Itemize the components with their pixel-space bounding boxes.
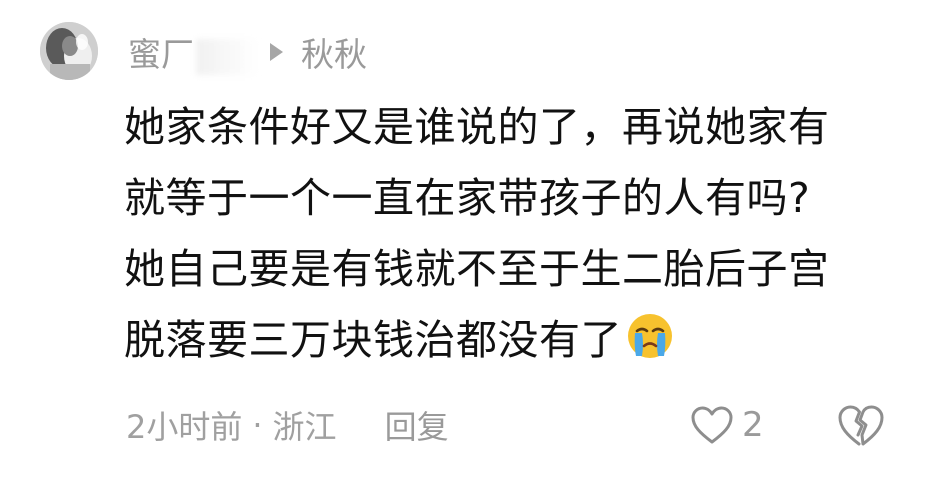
comment-time: 2小时前	[126, 408, 243, 446]
dislike-button[interactable]	[836, 402, 886, 448]
reply-to-name[interactable]: 秋秋	[301, 28, 367, 76]
name-blur-mask	[196, 38, 258, 75]
author-name-partial: 厂	[161, 35, 194, 74]
avatar-image	[40, 22, 98, 80]
comment-line-3: 她自己要是有钱就不至于生二胎后子宫	[124, 245, 830, 293]
author-name[interactable]: 蜜厂	[128, 28, 258, 76]
comment-location: 浙江	[272, 408, 337, 446]
author-name-visible: 蜜	[128, 35, 161, 74]
heart-outline-icon	[691, 406, 733, 444]
comment-footer: 2小时前 · 浙江 回复	[126, 400, 449, 450]
comment-body: 她家条件好又是谁说的了，再说她家有 就等于一个一直在家带孩子的人有吗? 她自己要…	[124, 92, 914, 382]
comment-line-4-text: 脱落要三万块钱治都没有了	[124, 316, 622, 364]
like-button[interactable]: 2	[690, 400, 764, 450]
reply-arrow-icon	[270, 43, 283, 61]
comment-line-4: 脱落要三万块钱治都没有了	[124, 305, 914, 382]
comment-line-2: 就等于一个一直在家带孩子的人有吗?	[124, 174, 811, 222]
like-count: 2	[742, 405, 764, 445]
reply-button[interactable]: 回复	[385, 402, 449, 448]
avatar[interactable]	[40, 22, 98, 80]
broken-heart-icon	[838, 405, 884, 446]
meta-separator: ·	[252, 406, 263, 444]
comment-line-1: 她家条件好又是谁说的了，再说她家有	[124, 103, 830, 151]
comment-header: 蜜厂 秋秋	[128, 28, 367, 76]
crying-face-emoji-icon	[626, 311, 674, 382]
